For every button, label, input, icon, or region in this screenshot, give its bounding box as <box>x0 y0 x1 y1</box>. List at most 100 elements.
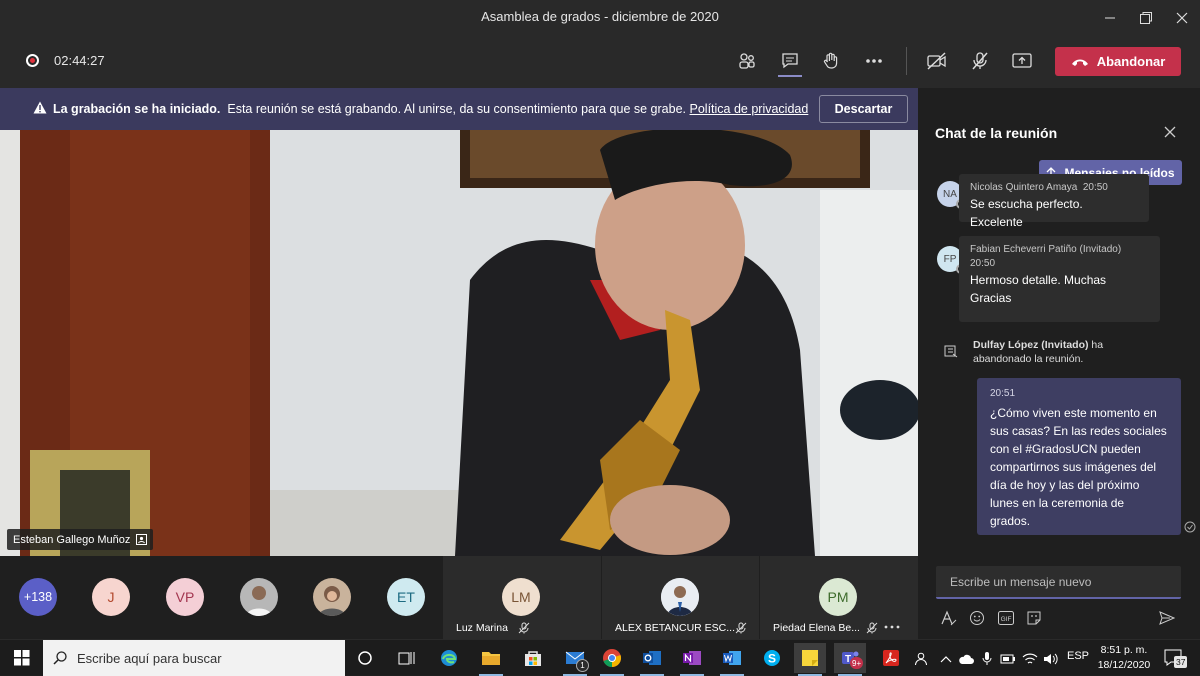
wifi-icon[interactable] <box>1022 652 1038 666</box>
overflow-participants[interactable]: +138 <box>19 578 57 616</box>
taskbar: 1 S T 9+ ESP 8:51 p. m. 18/12/2020 37 <box>0 639 1200 676</box>
chat-message[interactable]: Fabian Echeverri Patiño (Invitado) 20:50… <box>959 236 1160 322</box>
send-button[interactable] <box>1157 608 1177 628</box>
format-button[interactable] <box>939 608 959 628</box>
sticker-button[interactable] <box>1024 608 1044 628</box>
close-window-button[interactable] <box>1162 0 1200 35</box>
search-icon <box>53 651 67 665</box>
taskbar-app-word[interactable] <box>716 643 748 676</box>
participant-name: Piedad Elena Be... <box>773 622 860 634</box>
taskbar-app-edge[interactable] <box>433 643 465 673</box>
message-text-line: ¿Cómo viven este momento en <box>990 406 1157 420</box>
taskbar-app-onenote[interactable] <box>676 643 708 676</box>
meeting-timer: 02:44:27 <box>54 53 105 68</box>
participant-avatar[interactable]: ET <box>387 578 425 616</box>
banner-title: La grabación se ha iniciado. <box>53 102 221 116</box>
onenote-icon <box>683 651 701 665</box>
speaker-name: Esteban Gallego Muñoz <box>13 533 131 546</box>
message-text-line: lunes en la ceremonia de <box>990 496 1125 510</box>
gif-button[interactable]: GIF <box>996 608 1016 628</box>
privacy-link[interactable]: Política de privacidad <box>690 102 809 116</box>
taskbar-search[interactable] <box>43 640 345 676</box>
maximize-button[interactable] <box>1126 0 1166 35</box>
participant-name: ALEX BETANCUR ESC... <box>615 622 736 634</box>
cloud-icon[interactable] <box>958 653 974 665</box>
minimize-button[interactable] <box>1090 0 1130 35</box>
taskbar-app-outlook[interactable] <box>636 643 668 676</box>
participant-photo-avatar[interactable] <box>240 578 278 616</box>
mic-toggle-button[interactable] <box>963 45 997 77</box>
taskbar-app-explorer[interactable] <box>475 643 507 676</box>
message-text: ¿Cómo viven este momento en sus casas? E… <box>990 404 1167 530</box>
participant-tile[interactable]: LM Luz Marina <box>443 556 601 639</box>
window-switcher-icon <box>398 652 415 665</box>
participant-name: Luz Marina <box>456 622 508 634</box>
format-icon <box>941 610 957 626</box>
camera-toggle-button[interactable] <box>920 45 954 77</box>
mic-off-icon <box>972 52 988 70</box>
participant-avatar[interactable]: VP <box>166 578 204 616</box>
taskbar-app-acrobat[interactable] <box>875 643 907 673</box>
message-text-line: grados. <box>990 514 1031 528</box>
banner-text: Esta reunión se está grabando. Al unirse… <box>227 102 687 116</box>
leave-button[interactable]: Abandonar <box>1055 47 1181 76</box>
system-clock[interactable]: 8:51 p. m. 18/12/2020 <box>1094 643 1154 673</box>
taskbar-app-store[interactable] <box>517 643 549 673</box>
raise-hand-button[interactable] <box>814 45 848 77</box>
taskbar-app-widget[interactable] <box>391 643 423 673</box>
own-chat-message[interactable]: 20:51 ¿Cómo viven este momento en sus ca… <box>977 378 1181 535</box>
taskbar-app-skype[interactable]: S <box>756 643 788 673</box>
task-view-button[interactable] <box>349 643 381 673</box>
microphone-tray-icon[interactable] <box>982 651 992 667</box>
participant-tile[interactable]: PM Piedad Elena Be... <box>760 556 918 639</box>
event-text: abandonado la reunión. <box>973 353 1084 365</box>
chat-button[interactable] <box>773 45 807 77</box>
edge-icon <box>441 650 457 666</box>
share-icon <box>1012 53 1032 68</box>
more-actions-button[interactable] <box>857 45 891 77</box>
participant-avatar[interactable]: J <box>92 578 130 616</box>
sender-initials: NA <box>943 188 957 200</box>
message-time: 20:50 <box>1082 182 1108 193</box>
emoji-button[interactable] <box>967 608 987 628</box>
start-button[interactable] <box>6 643 38 673</box>
volume-icon[interactable] <box>1043 652 1059 666</box>
mic-off-icon <box>518 622 530 634</box>
warning-icon <box>33 101 47 114</box>
chat-message[interactable]: Nicolas Quintero Amaya 20:50 Se escucha … <box>959 174 1149 229</box>
clock-time: 8:51 p. m. <box>1100 644 1148 656</box>
recording-banner: La grabación se ha iniciado. Esta reunió… <box>0 88 918 130</box>
battery-icon[interactable] <box>1000 652 1016 666</box>
language-indicator[interactable]: ESP <box>1067 650 1089 662</box>
message-text-line: Gracias <box>970 291 1012 305</box>
more-icon[interactable] <box>884 624 900 630</box>
taskbar-app-sticky-notes[interactable] <box>794 643 826 676</box>
user-photo <box>313 578 351 616</box>
share-screen-button[interactable] <box>1005 45 1039 77</box>
video-frame <box>0 130 918 556</box>
taskbar-app-teams[interactable]: T 9+ <box>834 643 866 676</box>
emoji-icon <box>970 611 984 625</box>
search-input[interactable] <box>77 640 337 676</box>
mic-off-icon <box>735 622 747 634</box>
pin-icon <box>136 534 148 545</box>
chat-panel: Chat de la reunión Mensajes no leídos NA… <box>918 88 1200 639</box>
taskbar-app-mail[interactable]: 1 <box>559 643 591 676</box>
participant-tile[interactable]: ALEX BETANCUR ESC... <box>602 556 759 639</box>
taskbar-app-chrome[interactable] <box>596 643 628 676</box>
dismiss-button[interactable]: Descartar <box>819 95 908 123</box>
chevron-up-icon[interactable] <box>940 654 952 664</box>
participant-photo-avatar[interactable] <box>313 578 351 616</box>
compose-box[interactable] <box>936 566 1181 599</box>
notifications-button[interactable]: 37 <box>1163 648 1188 668</box>
close-icon[interactable] <box>1161 123 1179 141</box>
sticker-icon <box>1027 611 1041 625</box>
chrome-icon <box>603 649 622 667</box>
user-photo <box>661 578 699 616</box>
sender-initials: FP <box>943 253 957 265</box>
hand-icon <box>823 52 838 69</box>
people-tray-icon[interactable] <box>914 652 928 666</box>
participants-button[interactable] <box>730 45 764 77</box>
message-input[interactable] <box>936 566 1181 597</box>
participant-photo-avatar <box>661 578 699 616</box>
